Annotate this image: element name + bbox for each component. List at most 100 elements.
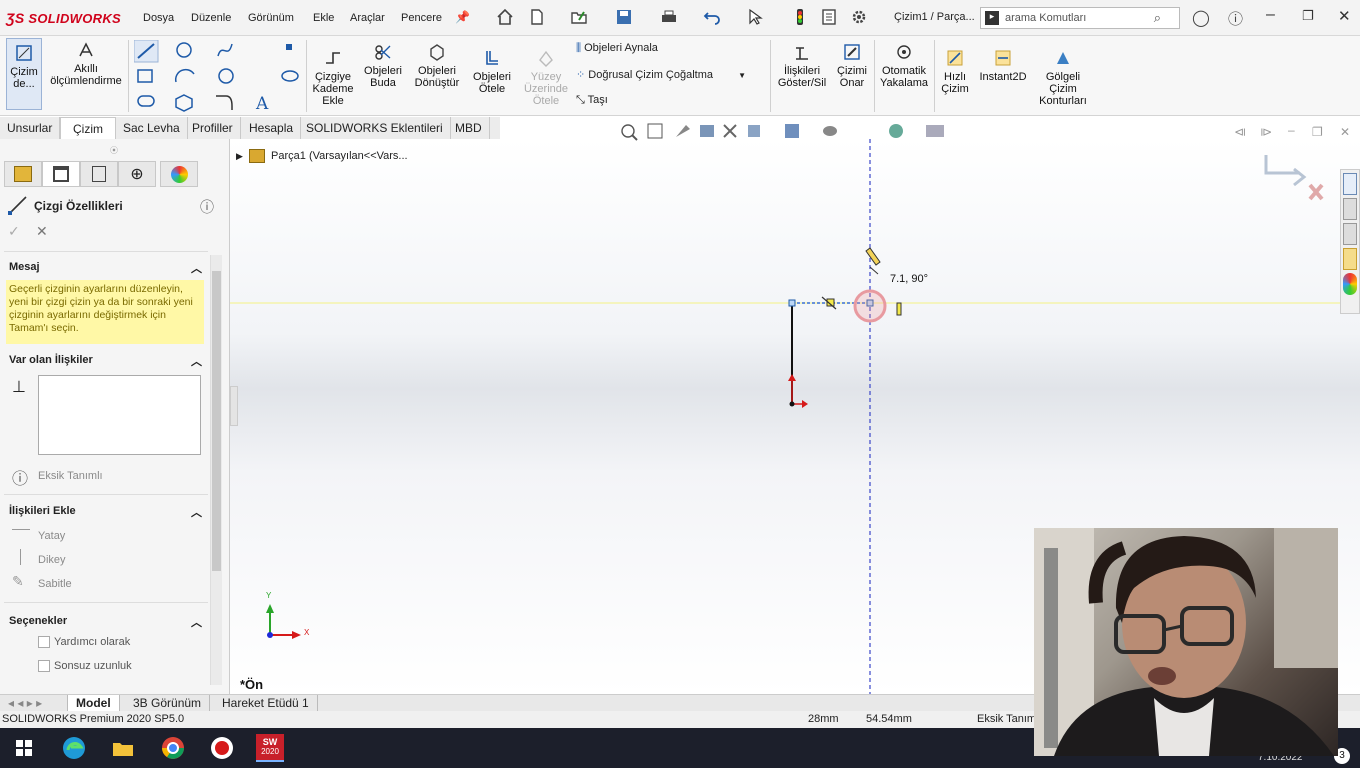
rebuild-icon[interactable]: [791, 8, 809, 26]
ok-button[interactable]: ✓: [8, 223, 20, 240]
cancel-button[interactable]: ✕: [36, 223, 48, 240]
tab-nav-arrows[interactable]: ◂ ◂ ▸ ▸: [0, 695, 68, 712]
instant2d-button[interactable]: Instant2D: [976, 48, 1030, 83]
panel-grip[interactable]: ⦿: [110, 145, 118, 156]
construction-checkbox[interactable]: [38, 636, 50, 648]
trim-button[interactable]: Objeleri Buda: [360, 42, 406, 89]
menu-insert[interactable]: Ekle: [313, 12, 334, 24]
tab-addins[interactable]: SOLIDWORKS Eklentileri: [299, 117, 451, 139]
menu-tools[interactable]: Araçlar: [350, 12, 385, 24]
tab-evaluate[interactable]: Hesapla: [242, 117, 302, 139]
display-relations-button[interactable]: İlişkileri Göster/Sil: [776, 42, 828, 89]
appearance-pane-icon[interactable]: [1343, 273, 1357, 295]
tab-model[interactable]: Model: [68, 695, 120, 712]
home-icon[interactable]: [496, 8, 514, 26]
vertical-relation-icon: [20, 549, 21, 565]
panel-scrollbar[interactable]: [210, 255, 222, 685]
doc-minimize-button[interactable]: –: [1288, 123, 1295, 137]
restore-button[interactable]: ❐: [1302, 8, 1314, 24]
panel-collapse-handle[interactable]: [230, 386, 238, 426]
open-icon[interactable]: [570, 8, 588, 26]
tab-mbd[interactable]: MBD: [448, 117, 490, 139]
smart-dimension-button[interactable]: Akıllı ölçümlendirme: [46, 40, 126, 87]
sketch-button[interactable]: Çizim de...: [6, 38, 42, 110]
explorer-pane-icon[interactable]: [1343, 248, 1357, 270]
resources-pane-icon[interactable]: [1343, 198, 1357, 220]
edge-browser-icon[interactable]: [60, 734, 88, 762]
options-gear-icon[interactable]: [850, 8, 868, 26]
repair-sketch-button[interactable]: Çizimi Onar: [832, 42, 872, 89]
tab-features[interactable]: Unsurlar: [0, 117, 61, 139]
relation-fix[interactable]: Sabitle: [38, 578, 72, 590]
tab-3d-views[interactable]: 3B Görünüm: [125, 695, 211, 712]
file-properties-icon[interactable]: [820, 8, 838, 26]
options-header[interactable]: Seçenekler ︿: [9, 615, 202, 629]
dimxpert-tab[interactable]: ⊕: [118, 161, 156, 187]
help-icon[interactable]: ⓘ: [200, 197, 214, 217]
close-button[interactable]: ✕: [1338, 7, 1351, 25]
tab-sheet-metal[interactable]: Sac Levha: [116, 117, 188, 139]
convert-entities-button[interactable]: Objeleri Dönüştür: [410, 42, 464, 89]
display-manager-tab[interactable]: [160, 161, 198, 187]
move-entities-button[interactable]: ⤡ Taşı: [576, 94, 608, 107]
account-icon[interactable]: ◯: [1192, 8, 1210, 28]
tile-left-icon[interactable]: ⧏: [1234, 125, 1246, 139]
search-input[interactable]: ▸ arama Komutları ⌕: [980, 7, 1180, 29]
menu-edit[interactable]: Düzenle: [191, 12, 231, 24]
print-icon[interactable]: [660, 8, 678, 26]
save-icon[interactable]: [615, 8, 633, 26]
help-icon[interactable]: ⓘ: [1228, 8, 1243, 29]
task-pane-tabs[interactable]: [1340, 169, 1360, 314]
chevron-down-icon[interactable]: ▼: [738, 71, 746, 80]
tab-sketch[interactable]: Çizim: [60, 117, 116, 139]
tile-right-icon[interactable]: ⧐: [1260, 125, 1272, 139]
new-document-icon[interactable]: [528, 8, 546, 26]
property-manager-tab[interactable]: [42, 161, 80, 187]
property-manager-panel: ⦿ ⊕ Çizgi Özellikleri ⓘ ✓ ✕ Mesaj ︿ Geçer…: [0, 139, 238, 694]
offset-step-button[interactable]: Çizgiye Kademe Ekle: [310, 48, 356, 107]
collapse-icon[interactable]: ︿: [191, 353, 202, 369]
pin-icon[interactable]: 📌: [455, 10, 470, 24]
sketch-icon: [16, 45, 32, 61]
shaded-contours-button[interactable]: Gölgeli Çizim Konturları: [1034, 48, 1092, 107]
scrollbar-thumb[interactable]: [212, 271, 221, 571]
minimize-button[interactable]: –: [1266, 6, 1275, 24]
quick-snaps-button[interactable]: Otomatik Yakalama: [878, 42, 930, 89]
screen-recorder-icon[interactable]: [208, 734, 236, 762]
menu-window[interactable]: Pencere: [401, 12, 442, 24]
windows-start-icon[interactable]: [10, 734, 38, 762]
select-arrow-icon[interactable]: [746, 8, 764, 26]
rapid-sketch-button[interactable]: Hızlı Çizim: [938, 48, 972, 95]
collapse-icon[interactable]: ︿: [191, 260, 202, 276]
file-explorer-icon[interactable]: [109, 734, 137, 762]
infinite-length-checkbox[interactable]: [38, 660, 50, 672]
relation-horizontal[interactable]: Yatay: [38, 530, 65, 542]
home-pane-icon[interactable]: [1343, 173, 1357, 195]
chrome-icon[interactable]: [159, 734, 187, 762]
feature-manager-tab[interactable]: [4, 161, 42, 187]
menu-file[interactable]: Dosya: [143, 12, 174, 24]
mirror-entities-button[interactable]: ⫼ Objeleri Aynala: [576, 42, 658, 55]
sketch-tools-grid[interactable]: A: [134, 40, 304, 112]
relation-vertical[interactable]: Dikey: [38, 554, 66, 566]
existing-relations-list[interactable]: [38, 375, 201, 455]
tab-motion-study[interactable]: Hareket Etüdü 1: [214, 695, 318, 712]
heads-up-view-toolbar[interactable]: [620, 121, 970, 141]
message-group-header[interactable]: Mesaj ︿: [9, 261, 202, 275]
configuration-manager-tab[interactable]: [80, 161, 118, 187]
collapse-icon[interactable]: ︿: [191, 504, 202, 520]
collapse-icon[interactable]: ︿: [191, 614, 202, 630]
search-icon[interactable]: ⌕: [1154, 10, 1161, 26]
add-relations-header[interactable]: İlişkileri Ekle ︿: [9, 505, 202, 519]
menu-view[interactable]: Görünüm: [248, 12, 294, 24]
tab-weldments[interactable]: Profiller: [185, 117, 241, 139]
existing-relations-header[interactable]: Var olan İlişkiler ︿: [9, 354, 202, 368]
offset-entities-button[interactable]: Objeleri Ötele: [468, 48, 516, 95]
doc-restore-button[interactable]: ❐: [1312, 125, 1323, 139]
doc-close-button[interactable]: ✕: [1340, 125, 1350, 139]
fix-relation-icon: ✎: [12, 573, 24, 589]
solidworks-taskbar-icon[interactable]: SW 2020: [256, 734, 284, 762]
library-pane-icon[interactable]: [1343, 223, 1357, 245]
undo-icon[interactable]: [703, 8, 721, 26]
linear-pattern-button[interactable]: ⁘ Doğrusal Çizim Çoğaltma ▼: [576, 68, 746, 81]
